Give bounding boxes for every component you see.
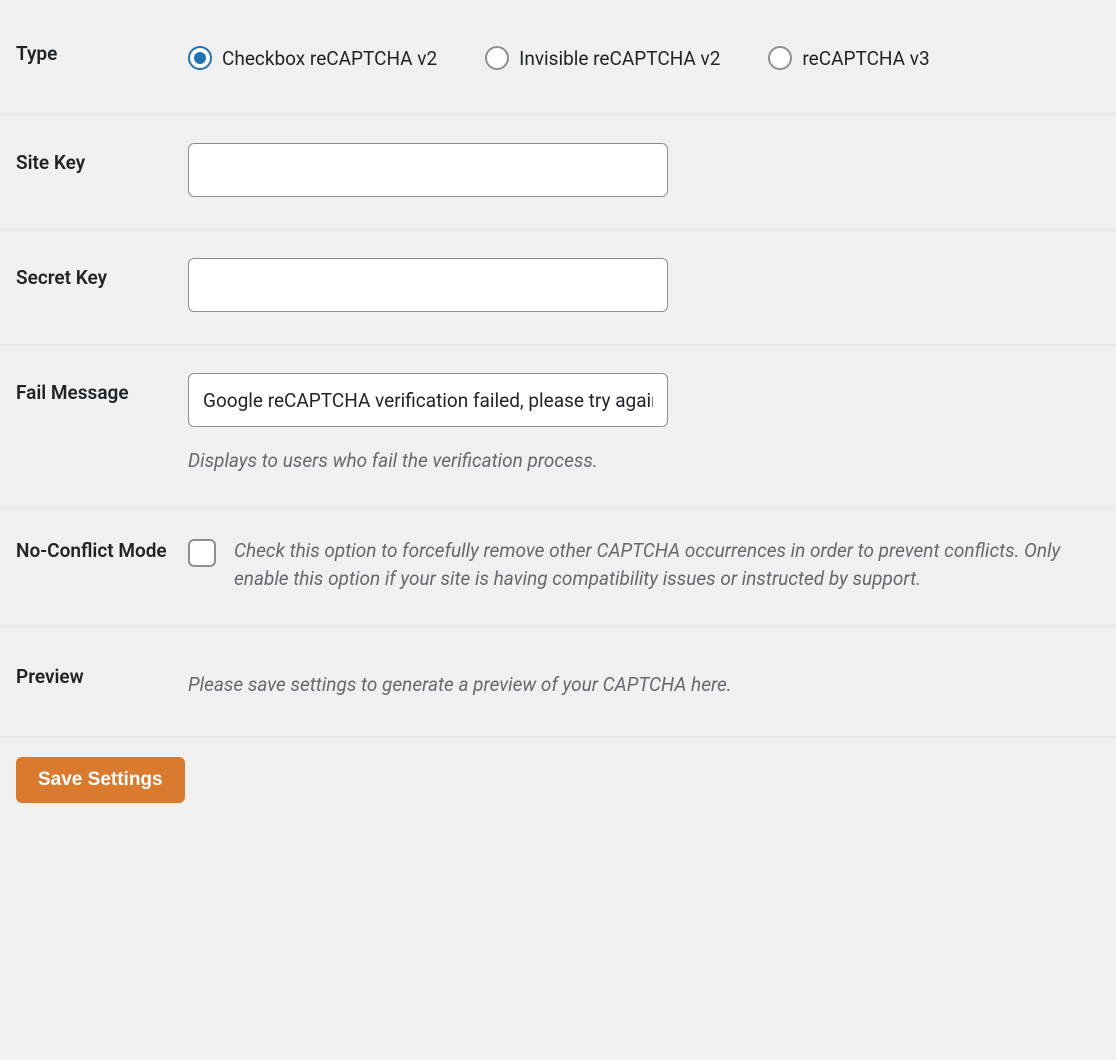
radio-group-type: Checkbox reCAPTCHA v2 Invisible reCAPTCH… [188, 40, 1100, 70]
no-conflict-description: Check this option to forcefully remove o… [234, 537, 1100, 594]
label-preview: Preview [16, 663, 188, 688]
fail-message-description: Displays to users who fail the verificat… [188, 447, 1100, 476]
row-secret-key: Secret Key [0, 230, 1116, 345]
secret-key-input[interactable] [188, 258, 668, 312]
field-no-conflict: Check this option to forcefully remove o… [188, 537, 1100, 594]
row-fail-message: Fail Message Displays to users who fail … [0, 345, 1116, 509]
radio-v3[interactable]: reCAPTCHA v3 [768, 46, 929, 70]
field-type: Checkbox reCAPTCHA v2 Invisible reCAPTCH… [188, 40, 1100, 70]
field-site-key [188, 143, 1100, 197]
label-type: Type [16, 40, 188, 65]
radio-icon [188, 46, 212, 70]
no-conflict-checkbox[interactable] [188, 539, 216, 567]
radio-icon [485, 46, 509, 70]
site-key-input[interactable] [188, 143, 668, 197]
field-preview: Please save settings to generate a previ… [188, 663, 1100, 696]
field-secret-key [188, 258, 1100, 312]
radio-label: Invisible reCAPTCHA v2 [519, 47, 720, 70]
checkbox-row: Check this option to forcefully remove o… [188, 537, 1100, 594]
preview-text: Please save settings to generate a previ… [188, 663, 1100, 696]
label-secret-key: Secret Key [16, 258, 188, 289]
label-no-conflict: No-Conflict Mode [16, 537, 188, 562]
label-site-key: Site Key [16, 143, 188, 174]
radio-label: reCAPTCHA v3 [802, 47, 929, 70]
row-no-conflict: No-Conflict Mode Check this option to fo… [0, 509, 1116, 627]
row-site-key: Site Key [0, 115, 1116, 230]
row-preview: Preview Please save settings to generate… [0, 627, 1116, 737]
fail-message-input[interactable] [188, 373, 668, 427]
radio-label: Checkbox reCAPTCHA v2 [222, 47, 437, 70]
field-fail-message: Displays to users who fail the verificat… [188, 373, 1100, 476]
radio-invisible-v2[interactable]: Invisible reCAPTCHA v2 [485, 46, 720, 70]
save-settings-button[interactable]: Save Settings [16, 757, 185, 803]
radio-icon [768, 46, 792, 70]
row-type: Type Checkbox reCAPTCHA v2 Invisible reC… [0, 0, 1116, 115]
settings-form: Type Checkbox reCAPTCHA v2 Invisible reC… [0, 0, 1116, 737]
label-fail-message: Fail Message [16, 373, 188, 404]
radio-checkbox-v2[interactable]: Checkbox reCAPTCHA v2 [188, 46, 437, 70]
